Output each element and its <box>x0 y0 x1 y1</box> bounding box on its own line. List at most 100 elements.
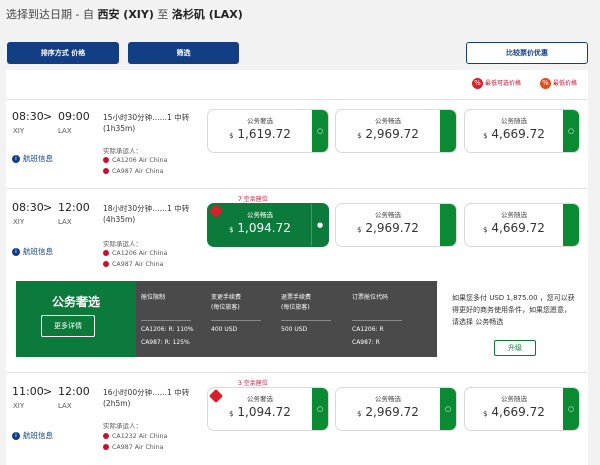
air-china-icon <box>103 250 109 256</box>
fare-option-selected[interactable]: 公务畅选 $ 1,094.72 ● <box>207 203 329 247</box>
col-value: 500 USD <box>281 326 308 333</box>
flight-info-link[interactable]: i 航班信息 <box>12 246 53 257</box>
arrival-code: LAX <box>58 402 72 410</box>
fare-details-panel: 公务奢选 更多详情 舱位限制 变更手续费 (每位旅客) 退票手续费 (每位旅客)… <box>16 281 437 357</box>
duration-line: 18小时30分钟……1 中转 <box>103 204 190 213</box>
segment: CA987 Air China <box>103 444 163 451</box>
segment-label: CA1206 Air China <box>112 250 168 257</box>
segment: CA1206 Air China <box>103 157 167 164</box>
departure-code: XIY <box>13 127 25 135</box>
flight-info-label: 航班信息 <box>23 154 53 163</box>
fare-option[interactable]: 公务随选 $ 4,669.72 ○ <box>464 109 580 153</box>
info-icon: i <box>12 432 20 440</box>
price-value: 2,969.72 <box>365 127 419 141</box>
compare-fares-button[interactable]: 比较票价优惠 <box>466 42 588 64</box>
info-icon: i <box>12 155 20 163</box>
departure-time: 11:00 <box>12 385 44 398</box>
filter-button[interactable]: 筛选 <box>128 42 239 64</box>
fare-name: 公务随选 <box>501 117 527 125</box>
departure-time: 08:30 <box>12 201 44 214</box>
title-to: 至 <box>157 8 169 21</box>
segment: CA1232 Air China <box>103 433 167 440</box>
fare-option[interactable]: 公务奢选 $ 1,619.72 ○ <box>207 109 329 153</box>
fare-price: $ 1,094.72 <box>208 405 312 419</box>
arrival-code: LAX <box>58 218 72 226</box>
fare-name: 公务畅选 <box>375 117 401 125</box>
col-header: 变更手续费 (每位旅客) <box>211 294 242 311</box>
select-radio[interactable]: ○ <box>312 388 328 430</box>
segment-label: CA1206 Air China <box>112 157 168 164</box>
fare-name: 公务奢选 <box>247 395 273 403</box>
currency: $ <box>357 226 362 234</box>
segment-label: CA1232 Air China <box>112 433 168 440</box>
price-value: 1,619.72 <box>237 127 291 141</box>
departure-code: XIY <box>13 402 25 410</box>
fare-name: 公务奢选 <box>247 117 273 125</box>
segment: CA987 Air China <box>103 261 163 268</box>
fare-option[interactable]: 公务随选 $ 4,669.72 <box>464 203 580 247</box>
air-china-icon <box>103 433 109 439</box>
fare-price: $ 4,669.72 <box>465 221 563 235</box>
select-radio[interactable] <box>563 204 579 246</box>
price-value: 2,969.72 <box>365 405 419 419</box>
arrival-time: 09:00 <box>58 110 90 123</box>
select-radio[interactable]: ○ <box>563 388 579 430</box>
flight-card: 08:30 > 09:00 XIY LAX 15小时30分钟……1 中转 (1h… <box>6 99 588 180</box>
fare-price: $ 1,619.72 <box>208 127 312 141</box>
legend-lowest-label: 最低可选价格 <box>485 80 522 87</box>
col-value: CA987: R <box>352 339 380 346</box>
flight-info-label: 航班信息 <box>23 431 53 440</box>
duration: (1h35m) <box>103 124 136 133</box>
col-value: 400 USD <box>211 326 238 333</box>
select-radio[interactable]: ○ <box>563 110 579 152</box>
destination-city: 洛杉矶 (LAX) <box>171 8 243 21</box>
currency: $ <box>483 410 488 418</box>
currency: $ <box>229 226 234 234</box>
fare-option[interactable]: 公务奢选 $ 1,094.72 ○ <box>207 387 329 431</box>
fare-name: 公务随选 <box>501 211 527 219</box>
currency: $ <box>229 132 234 140</box>
select-radio[interactable] <box>440 110 456 152</box>
arrival-code: LAX <box>58 127 72 135</box>
air-china-icon <box>103 261 109 267</box>
select-radio[interactable]: ● <box>311 204 328 246</box>
origin-city: 西安 (XIY) <box>97 8 154 21</box>
flight-info-link[interactable]: i 航班信息 <box>12 153 53 164</box>
currency: $ <box>229 410 234 418</box>
select-radio[interactable] <box>440 204 456 246</box>
duration: (2h5m) <box>103 399 131 408</box>
carrier-label: 实际承运人： <box>103 147 142 155</box>
legend-lowest: % 最低可选价格 <box>472 78 521 89</box>
select-radio[interactable]: ○ <box>312 110 328 152</box>
fare-option[interactable]: 公务畅选 $ 2,969.72 <box>335 203 457 247</box>
divider <box>211 320 261 321</box>
page-header: 选择到达日期 - 自 西安 (XIY) 至 洛杉矶 (LAX) <box>0 0 600 26</box>
fare-name: 公务随选 <box>501 395 527 403</box>
flight-card: 11:00 > 12:00 XIY LAX 16小时00分钟……1 中转 (2h… <box>6 372 588 465</box>
tag-icon: % <box>472 78 483 89</box>
price-value: 2,969.72 <box>365 221 419 235</box>
upgrade-button[interactable]: 升级 <box>494 340 536 356</box>
more-details-button[interactable]: 更多详情 <box>41 315 95 337</box>
fare-name: 公务畅选 <box>375 395 401 403</box>
select-radio[interactable]: ○ <box>440 388 456 430</box>
flight-info-link[interactable]: i 航班信息 <box>12 430 53 441</box>
arrow-icon: > <box>43 110 53 123</box>
price-value: 4,669.72 <box>491 221 545 235</box>
carrier-label: 实际承运人： <box>103 422 142 430</box>
fare-option[interactable]: 公务畅选 $ 2,969.72 <box>335 109 457 153</box>
air-china-icon <box>103 168 109 174</box>
segment-label: CA987 Air China <box>112 444 164 451</box>
fare-option[interactable]: 公务畅选 $ 2,969.72 ○ <box>335 387 457 431</box>
seats-left: 7 空余座位 <box>238 196 268 203</box>
flight-info-label: 航班信息 <box>23 247 53 256</box>
fare-price: $ 2,969.72 <box>336 127 440 141</box>
sort-button[interactable]: 排序方式 价格 <box>7 42 119 64</box>
air-china-icon <box>103 444 109 450</box>
currency: $ <box>357 410 362 418</box>
info-icon: i <box>12 248 20 256</box>
carrier-label: 实际承运人： <box>103 240 142 248</box>
divider <box>352 320 402 321</box>
fare-option[interactable]: 公务随选 $ 4,669.72 ○ <box>464 387 580 431</box>
legend-cheapest-label: 最低价格 <box>553 80 578 87</box>
